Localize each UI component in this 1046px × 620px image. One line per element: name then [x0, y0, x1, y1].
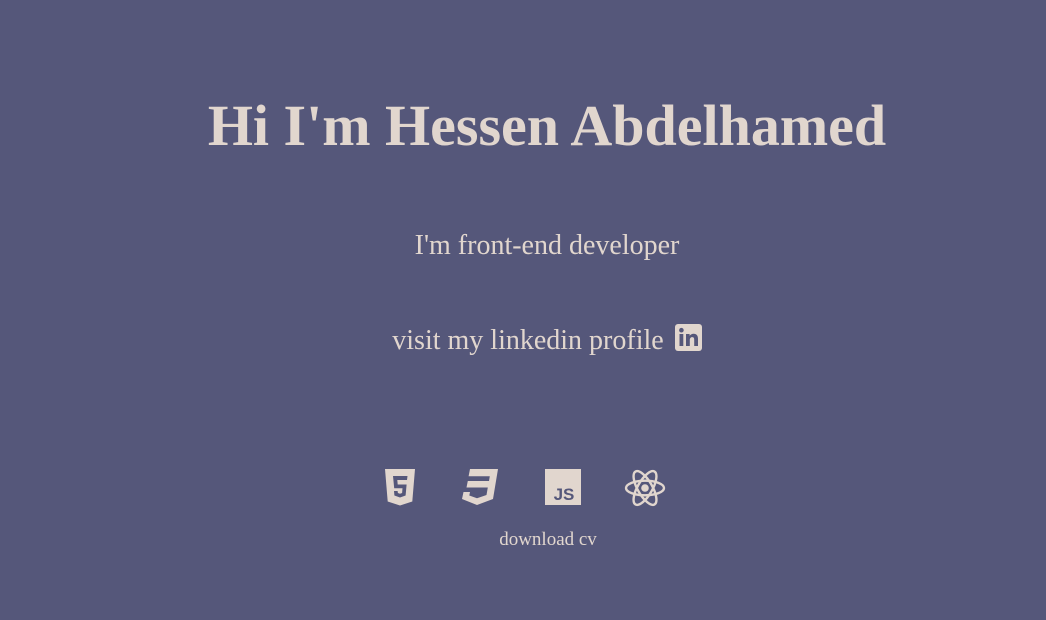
download-cv-row: download cv: [0, 528, 1046, 552]
javascript-icon: JS: [545, 469, 581, 507]
linkedin-icon[interactable]: [674, 324, 702, 351]
linkedin-link-label: visit my linkedin profile: [392, 325, 664, 356]
linkedin-profile-link[interactable]: visit my linkedin profile: [392, 324, 702, 356]
page-title: Hi I'm Hessen Abdelhamed: [207, 93, 887, 158]
react-icon: [624, 469, 666, 507]
svg-text:JS: JS: [554, 485, 575, 504]
download-cv-link[interactable]: download cv: [499, 529, 597, 550]
subtitle: I'm front-end developer: [414, 230, 680, 261]
linkedin-row: visit my linkedin profile: [0, 322, 1046, 360]
html5-icon: [384, 469, 416, 507]
page: Hi I'm Hessen Abdelhamed I'm front-end d…: [0, 0, 1046, 620]
tech-stack: JS: [0, 469, 1046, 509]
css3-icon: [459, 469, 499, 507]
